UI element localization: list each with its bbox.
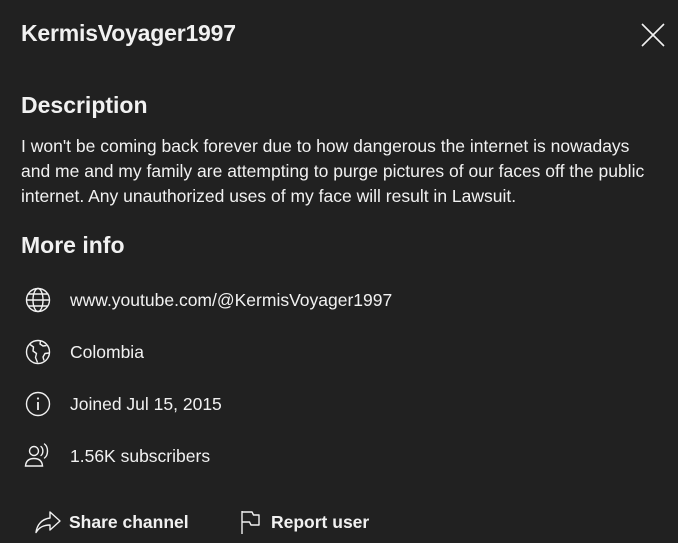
info-icon	[22, 388, 54, 420]
description-text: I won't be coming back forever due to ho…	[21, 136, 645, 206]
close-icon	[640, 22, 666, 48]
more-info-heading: More info	[21, 232, 125, 258]
report-user-button[interactable]: Report user	[235, 504, 369, 540]
share-icon	[33, 507, 63, 537]
report-user-label: Report user	[271, 511, 370, 532]
description-heading: Description	[21, 92, 148, 118]
flag-icon	[235, 507, 265, 537]
share-channel-button[interactable]: Share channel	[33, 504, 189, 540]
country-text: Colombia	[70, 341, 144, 362]
share-channel-label: Share channel	[69, 511, 189, 532]
about-channel-dialog: KermisVoyager1997 Description I won't be…	[0, 0, 678, 543]
country-row: Colombia	[22, 336, 144, 368]
globe-icon	[22, 284, 54, 316]
joined-date-text: Joined Jul 15, 2015	[70, 393, 222, 414]
subscribers-row: 1.56K subscribers	[22, 440, 210, 472]
subscribers-icon	[22, 440, 54, 472]
close-button[interactable]	[634, 16, 672, 54]
subscriber-count-text: 1.56K subscribers	[70, 445, 211, 466]
channel-name-title: KermisVoyager1997	[21, 20, 236, 46]
channel-link-row: www.youtube.com/@KermisVoyager1997	[22, 284, 392, 316]
globe-location-icon	[22, 336, 54, 368]
joined-row: Joined Jul 15, 2015	[22, 388, 222, 420]
channel-link[interactable]: www.youtube.com/@KermisVoyager1997	[70, 290, 392, 311]
